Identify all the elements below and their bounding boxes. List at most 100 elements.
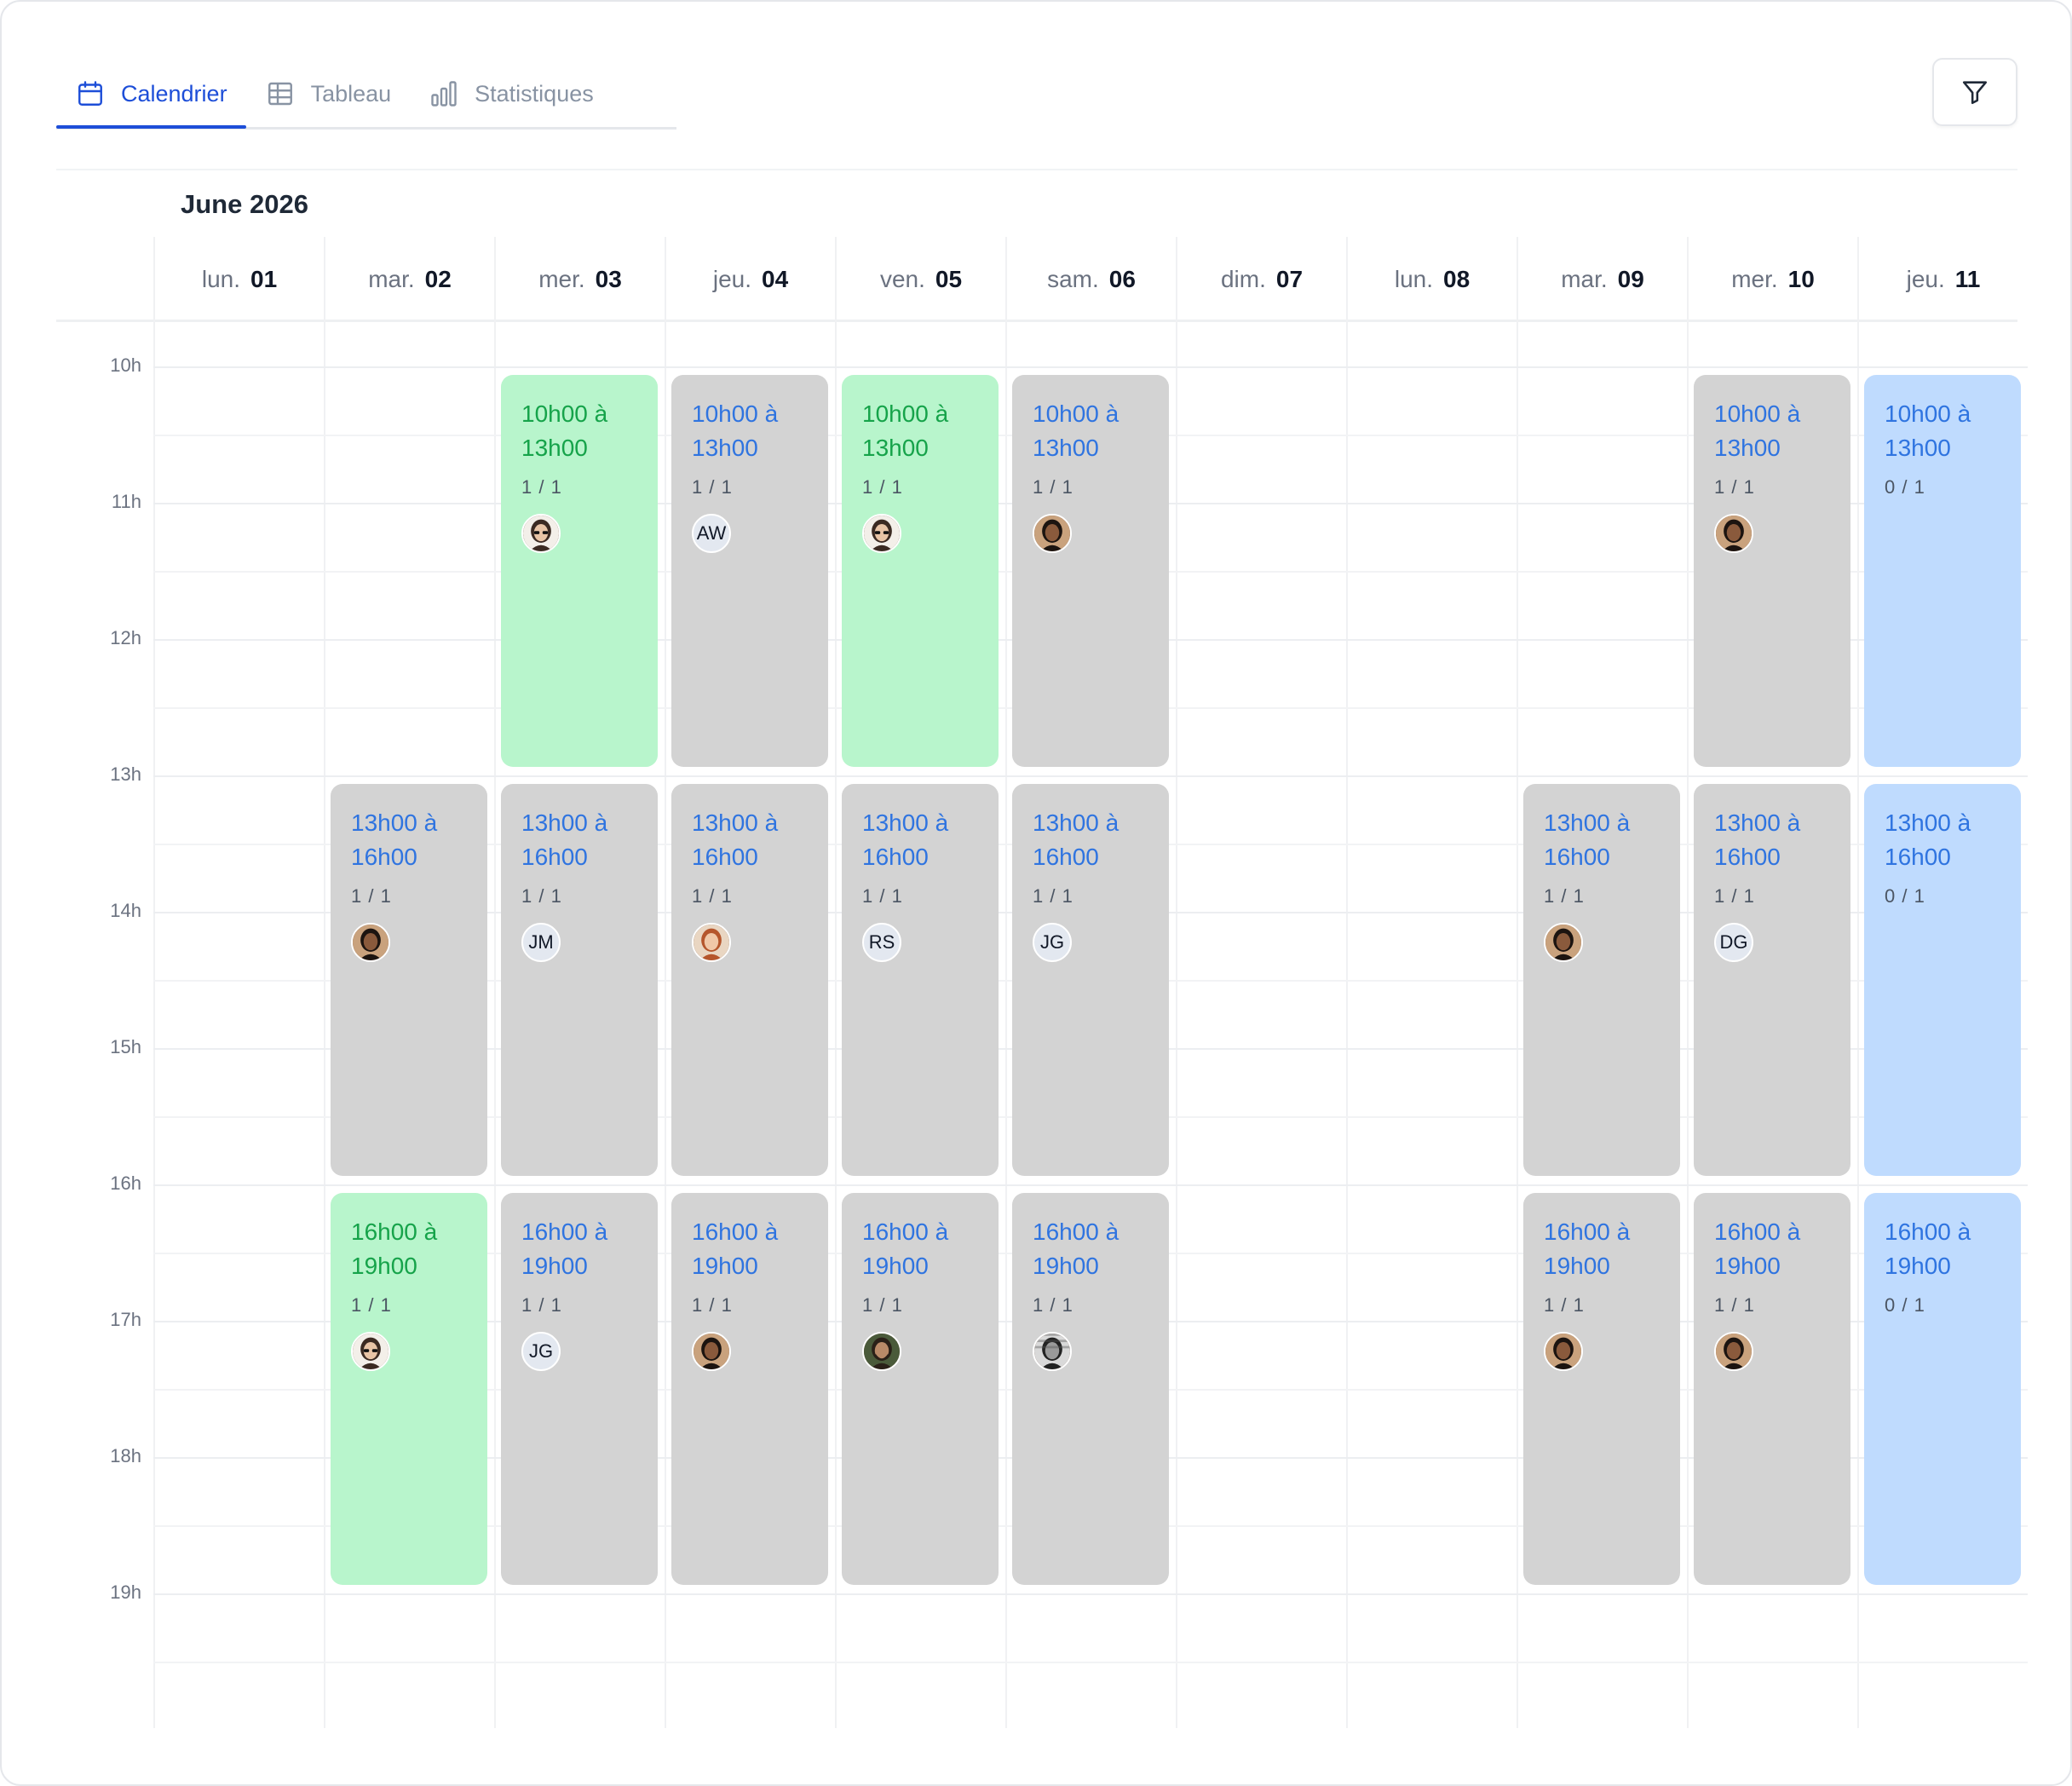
avatar-woman-glasses[interactable]: [521, 514, 561, 553]
event-capacity: 1 / 1: [1714, 1294, 1755, 1316]
event-capacity: 1 / 1: [862, 885, 903, 907]
event-capacity: 1 / 1: [1714, 476, 1755, 498]
avatar-woman-glasses[interactable]: [862, 514, 901, 553]
event-capacity: 1 / 1: [521, 1294, 562, 1316]
tab-calendrier[interactable]: Calendrier: [56, 61, 246, 129]
event-slot-card[interactable]: 16h00 à 19h00 1 / 1: [671, 1193, 828, 1585]
event-slot-card[interactable]: 10h00 à 13h00 1 / 1: [501, 375, 658, 767]
event-slot-card[interactable]: 16h00 à 19h00 1 / 1: [331, 1193, 487, 1585]
tab-label: Tableau: [310, 80, 392, 107]
day-number: 11: [1954, 266, 1981, 292]
hour-label: 16h: [110, 1172, 141, 1194]
avatar-woman-dark[interactable]: [1544, 923, 1583, 962]
tab-tableau[interactable]: Tableau: [246, 61, 411, 126]
tab-statistiques[interactable]: Statistiques: [410, 61, 613, 126]
avatar-woman-dark[interactable]: [351, 923, 390, 962]
event-slot-card[interactable]: 13h00 à 16h00 1 / 1 DG: [1694, 784, 1850, 1176]
day-header-03: mer. 03: [494, 237, 665, 322]
view-tabs: Calendrier Tableau Statistiques: [56, 61, 676, 130]
avatar-initials[interactable]: AW: [692, 514, 731, 553]
event-capacity: 1 / 1: [1544, 885, 1585, 907]
avatar-initials[interactable]: RS: [862, 923, 901, 962]
event-slot-card[interactable]: 16h00 à 19h00 1 / 1 JG: [501, 1193, 658, 1585]
event-slot-card[interactable]: 10h00 à 13h00 1 / 1 AW: [671, 375, 828, 767]
event-capacity: 1 / 1: [692, 476, 733, 498]
event-slot-card[interactable]: 16h00 à 19h00 1 / 1: [1694, 1193, 1850, 1585]
weekday-label: jeu.: [712, 266, 751, 292]
event-slot-card[interactable]: 10h00 à 13h00 1 / 1: [1694, 375, 1850, 767]
hour-label: 17h: [110, 1309, 141, 1330]
day-header-02: mar. 02: [324, 237, 494, 322]
weekday-label: mar.: [368, 266, 415, 292]
avatar-man-beard[interactable]: [862, 1332, 901, 1371]
avatar-bw-portrait[interactable]: [1033, 1332, 1072, 1371]
day-number: 08: [1443, 266, 1471, 292]
weekday-label: lun.: [201, 266, 240, 292]
filter-button[interactable]: [1932, 58, 2017, 126]
column-divider: [1687, 322, 1689, 1728]
day-number: 01: [250, 266, 278, 292]
event-capacity: 1 / 1: [1544, 1294, 1585, 1316]
event-slot-card[interactable]: 16h00 à 19h00 0 / 1: [1864, 1193, 2021, 1585]
avatar-woman-red-hair[interactable]: [692, 923, 731, 962]
avatar-woman-dark[interactable]: [692, 1332, 731, 1371]
event-slot-card[interactable]: 13h00 à 16h00 0 / 1: [1864, 784, 2021, 1176]
day-number: 07: [1275, 266, 1304, 292]
event-slot-card[interactable]: 16h00 à 19h00 1 / 1: [1012, 1193, 1169, 1585]
bar-chart-icon: [431, 81, 457, 107]
hour-label: 13h: [110, 763, 141, 785]
day-header-01: lun. 01: [153, 237, 324, 322]
hour-gridline: [153, 1184, 2028, 1186]
app-frame: Calendrier Tableau Statistiques June 202…: [0, 0, 2072, 1786]
event-capacity: 1 / 1: [521, 885, 562, 907]
avatar-woman-dark[interactable]: [1714, 514, 1753, 553]
day-header-06: sam. 06: [1005, 237, 1176, 322]
event-slot-card[interactable]: 13h00 à 16h00 1 / 1: [1523, 784, 1680, 1176]
day-number: 06: [1108, 266, 1136, 292]
day-header-05: ven. 05: [835, 237, 1005, 322]
event-slot-card[interactable]: 16h00 à 19h00 1 / 1: [842, 1193, 999, 1585]
event-time: 16h00 à 19h00: [521, 1219, 608, 1279]
hour-label: 12h: [110, 627, 141, 648]
event-capacity: 1 / 1: [1033, 1294, 1073, 1316]
day-number: 09: [1617, 266, 1644, 292]
weekday-label: mer.: [1731, 266, 1778, 292]
event-capacity: 1 / 1: [1714, 885, 1755, 907]
column-divider: [153, 322, 155, 1728]
half-hour-gridline: [153, 1662, 2028, 1663]
event-time: 16h00 à 19h00: [1544, 1219, 1631, 1279]
avatar-initials[interactable]: DG: [1714, 923, 1753, 962]
column-divider: [1176, 322, 1177, 1728]
avatar-woman-dark[interactable]: [1714, 1332, 1753, 1371]
weekday-label: dim.: [1220, 266, 1266, 292]
avatar-woman-dark[interactable]: [1544, 1332, 1583, 1371]
hour-gridline: [153, 366, 2028, 368]
avatar-initials[interactable]: JG: [1033, 923, 1072, 962]
avatar-woman-glasses[interactable]: [351, 1332, 390, 1371]
event-slot-card[interactable]: 16h00 à 19h00 1 / 1: [1523, 1193, 1680, 1585]
avatar-initials[interactable]: JM: [521, 923, 561, 962]
column-divider: [1346, 322, 1348, 1728]
event-slot-card[interactable]: 13h00 à 16h00 1 / 1 JG: [1012, 784, 1169, 1176]
avatar-initials[interactable]: JG: [521, 1332, 561, 1371]
event-time: 13h00 à 16h00: [1885, 809, 1971, 870]
event-capacity: 1 / 1: [862, 476, 903, 498]
day-number: 03: [595, 266, 622, 292]
event-slot-card[interactable]: 13h00 à 16h00 1 / 1 JM: [501, 784, 658, 1176]
event-slot-card[interactable]: 13h00 à 16h00 1 / 1: [671, 784, 828, 1176]
event-time: 10h00 à 13h00: [1714, 400, 1801, 461]
day-header-04: jeu. 04: [665, 237, 835, 322]
hour-label: 15h: [110, 1036, 141, 1057]
event-slot-card[interactable]: 10h00 à 13h00 1 / 1: [842, 375, 999, 767]
event-slot-card[interactable]: 13h00 à 16h00 1 / 1 RS: [842, 784, 999, 1176]
weekday-label: mer.: [538, 266, 585, 292]
day-header-08: lun. 08: [1346, 237, 1517, 322]
hour-gridline: [153, 775, 2028, 777]
table-icon: [268, 82, 292, 106]
event-time: 10h00 à 13h00: [1033, 400, 1119, 461]
event-time: 16h00 à 19h00: [1714, 1219, 1801, 1279]
event-slot-card[interactable]: 10h00 à 13h00 1 / 1: [1012, 375, 1169, 767]
event-slot-card[interactable]: 10h00 à 13h00 0 / 1: [1864, 375, 2021, 767]
event-slot-card[interactable]: 13h00 à 16h00 1 / 1: [331, 784, 487, 1176]
avatar-woman-dark[interactable]: [1033, 514, 1072, 553]
